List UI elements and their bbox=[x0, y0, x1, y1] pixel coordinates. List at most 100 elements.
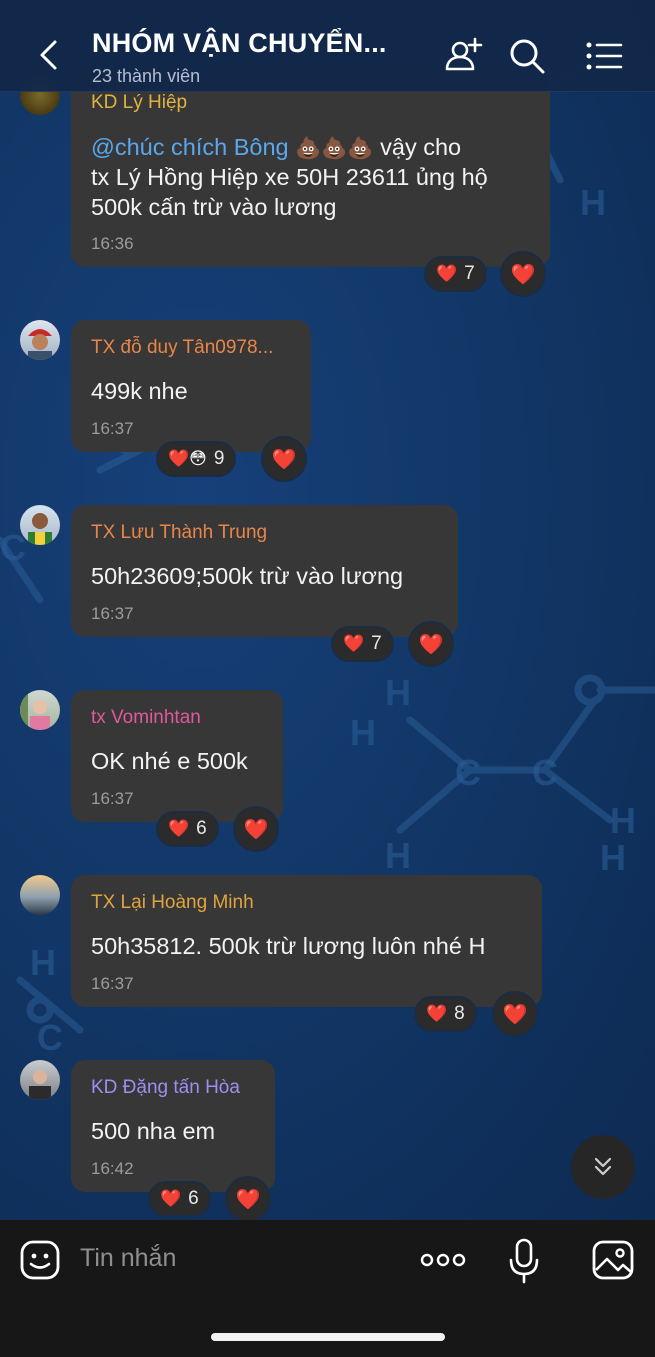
more-options-icon bbox=[420, 1253, 466, 1267]
reaction-count: 7 bbox=[371, 633, 382, 654]
scroll-to-bottom-button[interactable] bbox=[571, 1135, 635, 1199]
message-text-line: 500k cấn trừ vào lương bbox=[91, 194, 337, 220]
heart-icon: ❤️ bbox=[243, 818, 269, 841]
react-button[interactable]: ❤️ bbox=[261, 436, 307, 482]
emoji-sticker-icon bbox=[20, 1240, 60, 1280]
avatar-photo bbox=[28, 513, 52, 545]
svg-text:H: H bbox=[580, 182, 606, 223]
sender-name[interactable]: TX đỗ duy Tân0978... bbox=[91, 337, 273, 359]
more-options-button[interactable] bbox=[420, 1250, 466, 1270]
message-time: 16:37 bbox=[91, 419, 134, 438]
avatar[interactable] bbox=[20, 505, 60, 545]
reaction-summary[interactable]: ❤️ 6 bbox=[156, 811, 219, 847]
heart-icon: ❤️ bbox=[418, 633, 444, 656]
menu-list-icon bbox=[586, 42, 623, 70]
heart-icon: ❤️ bbox=[436, 264, 458, 283]
reaction-count: 7 bbox=[464, 263, 475, 284]
svg-text:H: H bbox=[600, 837, 626, 878]
message-bubble[interactable]: TX Lưu Thành Trung 50h23609;500k trừ vào… bbox=[71, 505, 458, 637]
avatar[interactable] bbox=[20, 320, 60, 360]
mention-link[interactable]: @chúc chích Bông bbox=[91, 134, 289, 160]
avatar[interactable] bbox=[20, 875, 60, 915]
svg-text:C: C bbox=[455, 752, 481, 793]
chat-header: NHÓM VẬN CHUYỂN... 23 thành viên bbox=[0, 0, 655, 92]
reaction-count: 6 bbox=[188, 1188, 199, 1209]
heart-icon: ❤️ bbox=[510, 263, 536, 286]
member-count[interactable]: 23 thành viên bbox=[92, 66, 200, 87]
microphone-icon bbox=[509, 1238, 539, 1284]
back-button[interactable] bbox=[30, 34, 66, 76]
poop-emoji-icon: 💩💩💩 bbox=[295, 137, 374, 160]
heart-flushed-icon: ❤️😳 bbox=[168, 449, 207, 468]
reaction-summary[interactable]: ❤️ 7 bbox=[424, 256, 487, 292]
message-input[interactable]: Tin nhắn bbox=[80, 1244, 176, 1273]
message-bubble[interactable]: TX đỗ duy Tân0978... 499k nhe 16:37 bbox=[71, 320, 311, 452]
heart-icon: ❤️ bbox=[343, 634, 365, 653]
heart-icon: ❤️ bbox=[502, 1003, 528, 1026]
group-title[interactable]: NHÓM VẬN CHUYỂN... bbox=[92, 28, 387, 59]
avatar[interactable] bbox=[20, 690, 60, 730]
sender-name[interactable]: KD Lý Hiệp bbox=[91, 92, 187, 114]
sender-name[interactable]: KD Đặng tấn Hòa bbox=[91, 1077, 240, 1099]
avatar-photo bbox=[20, 690, 50, 730]
microphone-button[interactable] bbox=[508, 1238, 540, 1284]
message-time: 16:42 bbox=[91, 1159, 134, 1178]
svg-text:H: H bbox=[30, 942, 56, 983]
message-text: 50h23609;500k trừ vào lương bbox=[91, 563, 404, 589]
react-button[interactable]: ❤️ bbox=[500, 251, 546, 297]
avatar-photo bbox=[29, 1070, 51, 1100]
svg-text:C: C bbox=[37, 1017, 63, 1058]
emoji-sticker-button[interactable] bbox=[20, 1240, 60, 1280]
menu-button[interactable] bbox=[584, 36, 624, 76]
svg-text:H: H bbox=[385, 672, 411, 713]
back-arrow-icon bbox=[40, 40, 57, 70]
search-icon bbox=[510, 39, 545, 74]
heart-icon: ❤️ bbox=[271, 448, 297, 471]
react-button[interactable]: ❤️ bbox=[233, 806, 279, 852]
message-text: OK nhé e 500k bbox=[91, 748, 248, 774]
heart-icon: ❤️ bbox=[160, 1189, 182, 1208]
message-text: 50h35812. 500k trừ lương luôn nhé H bbox=[91, 933, 486, 959]
sender-name[interactable]: TX Lưu Thành Trung bbox=[91, 522, 267, 544]
message-bubble[interactable]: KD Đặng tấn Hòa 500 nha em 16:42 bbox=[71, 1060, 275, 1192]
reaction-summary[interactable]: ❤️ 7 bbox=[331, 626, 394, 662]
image-button[interactable] bbox=[592, 1240, 634, 1280]
message-text: 500 nha em bbox=[91, 1118, 216, 1144]
home-indicator[interactable] bbox=[211, 1333, 445, 1341]
image-icon bbox=[592, 1240, 634, 1280]
message-time: 16:36 bbox=[91, 234, 134, 253]
message-bubble[interactable]: TX Lại Hoàng Minh 50h35812. 500k trừ lươ… bbox=[71, 875, 542, 1007]
message-time: 16:37 bbox=[91, 604, 134, 623]
avatar-photo bbox=[28, 329, 52, 360]
reaction-count: 6 bbox=[196, 818, 207, 839]
sender-name[interactable]: TX Lại Hoàng Minh bbox=[91, 892, 254, 914]
svg-text:H: H bbox=[610, 800, 636, 841]
message-time: 16:37 bbox=[91, 789, 134, 808]
heart-icon: ❤️ bbox=[235, 1188, 261, 1211]
svg-text:H: H bbox=[385, 835, 411, 876]
reaction-summary[interactable]: ❤️ 8 bbox=[414, 996, 477, 1032]
sender-name[interactable]: tx Vominhtan bbox=[91, 707, 201, 729]
add-member-button[interactable] bbox=[443, 36, 483, 76]
heart-icon: ❤️ bbox=[426, 1004, 448, 1023]
svg-text:H: H bbox=[350, 712, 376, 753]
message-bubble[interactable]: tx Vominhtan OK nhé e 500k 16:37 bbox=[71, 690, 283, 822]
reaction-count: 8 bbox=[454, 1003, 465, 1024]
svg-text:C: C bbox=[532, 752, 558, 793]
avatar[interactable] bbox=[20, 1060, 60, 1100]
reaction-summary[interactable]: ❤️😳 9 bbox=[156, 441, 237, 477]
react-button[interactable]: ❤️ bbox=[492, 991, 538, 1037]
reaction-summary[interactable]: ❤️ 6 bbox=[148, 1181, 211, 1217]
message-time: 16:37 bbox=[91, 974, 134, 993]
heart-icon: ❤️ bbox=[168, 819, 190, 838]
react-button[interactable]: ❤️ bbox=[225, 1176, 271, 1222]
add-member-icon bbox=[445, 37, 483, 71]
message-text-line: @chúc chích Bông 💩💩💩 vậy cho bbox=[91, 134, 462, 160]
reaction-count: 9 bbox=[213, 448, 225, 469]
message-input-bar: Tin nhắn bbox=[0, 1220, 655, 1357]
message-text: 499k nhe bbox=[91, 378, 188, 404]
search-button[interactable] bbox=[507, 36, 547, 76]
react-button[interactable]: ❤️ bbox=[408, 621, 454, 667]
message-bubble[interactable]: KD Lý Hiệp @chúc chích Bông 💩💩💩 vậy cho … bbox=[71, 70, 550, 267]
double-chevron-down-icon bbox=[594, 1157, 612, 1176]
